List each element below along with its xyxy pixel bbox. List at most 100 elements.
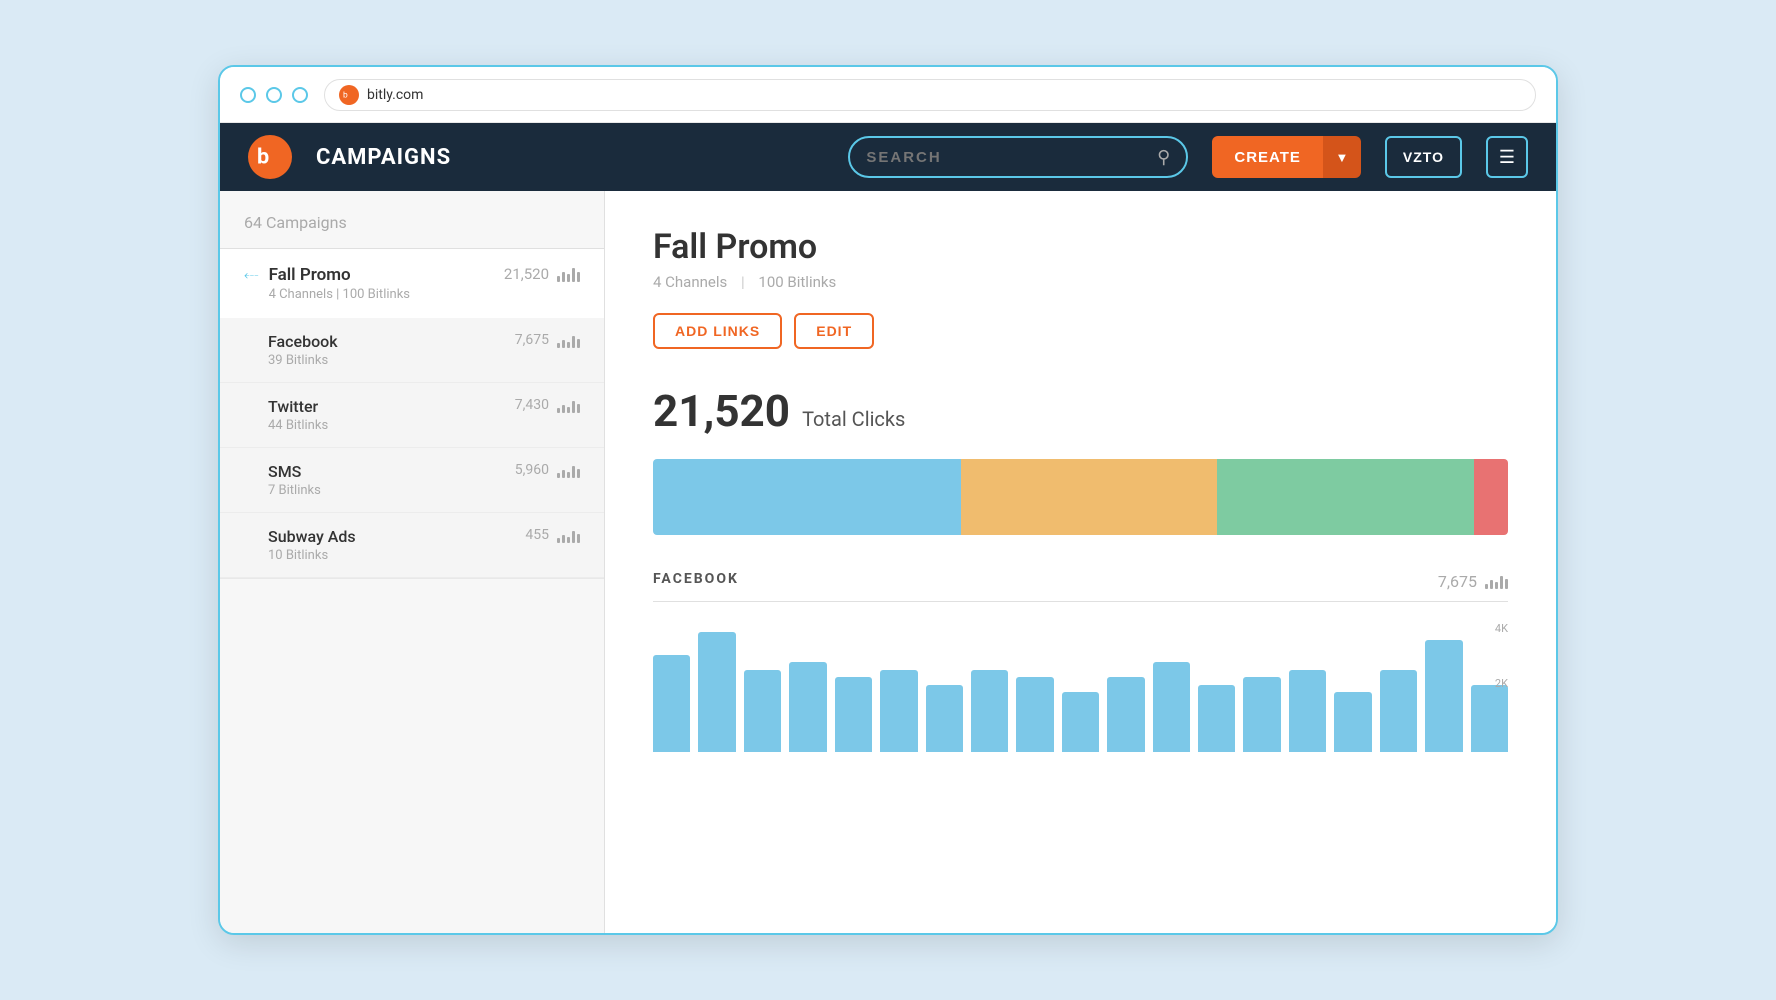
- channel-list: Facebook 39 Bitlinks 7,675: [220, 318, 604, 578]
- chart-bar: [1153, 662, 1190, 752]
- action-buttons: ADD LINKS EDIT: [653, 313, 1508, 349]
- chart-bar: [926, 685, 963, 753]
- channel-stats-facebook: 7,675: [515, 332, 580, 348]
- bitlinks-count-label: 100 Bitlinks: [758, 273, 836, 291]
- channel-item-facebook[interactable]: Facebook 39 Bitlinks 7,675: [220, 318, 604, 383]
- user-button[interactable]: VZTO: [1385, 136, 1462, 178]
- chart-bar: [744, 670, 781, 753]
- chevron-icon: ⤎: [244, 267, 259, 283]
- chart-bar: [971, 670, 1008, 753]
- app-container: b CAMPAIGNS ⚲ CREATE ▼ VZTO ☰: [220, 123, 1556, 933]
- chart-label-2k: 2K: [1495, 677, 1508, 690]
- chart-bar: [1425, 640, 1462, 753]
- chart-bar: [653, 655, 690, 753]
- address-bar[interactable]: b bitly.com: [324, 79, 1536, 111]
- campaign-detail-meta: 4 Channels | 100 Bitlinks: [653, 273, 1508, 291]
- search-bar[interactable]: ⚲: [848, 136, 1188, 178]
- channel-name-facebook: Facebook: [268, 332, 515, 351]
- page-title: CAMPAIGNS: [316, 145, 451, 170]
- chart-bar: [880, 670, 917, 753]
- channel-count-facebook: 7,675: [515, 332, 549, 348]
- channel-name-twitter: Twitter: [268, 397, 515, 416]
- hamburger-icon: ☰: [1499, 147, 1515, 168]
- chart-bar: [789, 662, 826, 752]
- create-button-group: CREATE ▼: [1212, 136, 1361, 178]
- channel-info-twitter: Twitter 44 Bitlinks: [268, 397, 515, 433]
- campaign-name: Fall Promo: [269, 265, 494, 285]
- total-clicks: 21,520 Total Clicks: [653, 385, 1508, 437]
- chart-bar: [698, 632, 735, 752]
- campaign-stats: 21,520: [504, 265, 580, 283]
- svg-text:b: b: [343, 90, 348, 100]
- chart-label-4k: 4K: [1495, 622, 1508, 635]
- main-panel: Fall Promo 4 Channels | 100 Bitlinks ADD…: [605, 191, 1556, 933]
- channel-info-subway: Subway Ads 10 Bitlinks: [268, 527, 525, 563]
- facebook-section-count: 7,675: [1438, 572, 1508, 591]
- chevron-down-icon: ▼: [1335, 150, 1348, 165]
- chart-bar: [1062, 692, 1099, 752]
- channel-item-twitter[interactable]: Twitter 44 Bitlinks 7,430: [220, 383, 604, 448]
- bar-segment-sms: [1217, 459, 1474, 535]
- chart-bar: [1107, 677, 1144, 752]
- channel-count-sms: 5,960: [515, 462, 549, 478]
- chart-bar: [1380, 670, 1417, 753]
- facebook-bar-icon: [1485, 573, 1508, 589]
- browser-dot-2: [266, 87, 282, 103]
- campaign-main-row[interactable]: ⤎ Fall Promo 4 Channels | 100 Bitlinks 2…: [220, 249, 604, 318]
- bar-segment-subway: [1474, 459, 1508, 535]
- bitly-logo: b: [248, 135, 292, 179]
- channel-info-facebook: Facebook 39 Bitlinks: [268, 332, 515, 368]
- stacked-bar-chart: [653, 459, 1508, 535]
- channel-item-sms[interactable]: SMS 7 Bitlinks 5,960: [220, 448, 604, 513]
- create-dropdown-button[interactable]: ▼: [1323, 136, 1361, 178]
- top-nav: b CAMPAIGNS ⚲ CREATE ▼ VZTO ☰: [220, 123, 1556, 191]
- chart-bar: [1198, 685, 1235, 753]
- chart-bar: [1243, 677, 1280, 752]
- chart-bar: [1016, 677, 1053, 752]
- campaign-count: 21,520: [504, 265, 549, 283]
- create-button[interactable]: CREATE: [1212, 136, 1323, 178]
- bar-icon-subway: [557, 527, 580, 543]
- bar-segment-facebook: [653, 459, 961, 535]
- campaign-item: ⤎ Fall Promo 4 Channels | 100 Bitlinks 2…: [220, 249, 604, 579]
- channel-meta-twitter: 44 Bitlinks: [268, 418, 515, 433]
- bar-icon-facebook: [557, 332, 580, 348]
- facebook-section-header: FACEBOOK 7,675: [653, 571, 1508, 602]
- channel-name-subway: Subway Ads: [268, 527, 525, 546]
- chart-bar: [1471, 685, 1508, 753]
- browser-bar: b bitly.com: [220, 67, 1556, 123]
- search-input[interactable]: [866, 149, 1147, 166]
- content-area: 64 Campaigns ⤎ Fall Promo 4 Channels | 1…: [220, 191, 1556, 933]
- search-icon: ⚲: [1157, 147, 1170, 168]
- svg-text:b: b: [257, 145, 269, 170]
- channel-name-sms: SMS: [268, 462, 515, 481]
- channel-count-subway: 455: [525, 527, 549, 543]
- campaign-info: Fall Promo 4 Channels | 100 Bitlinks: [269, 265, 494, 302]
- channel-meta-subway: 10 Bitlinks: [268, 548, 525, 563]
- bar-chart-icon: [557, 266, 580, 282]
- channel-info-sms: SMS 7 Bitlinks: [268, 462, 515, 498]
- chart-bar: [1289, 670, 1326, 753]
- total-clicks-label: Total Clicks: [802, 407, 905, 431]
- facebook-count: 7,675: [1438, 572, 1477, 591]
- bar-segment-twitter: [961, 459, 1218, 535]
- chart-bar: [1334, 692, 1371, 752]
- campaigns-count: 64 Campaigns: [244, 213, 347, 232]
- campaign-meta: 4 Channels | 100 Bitlinks: [269, 287, 494, 302]
- channel-stats-twitter: 7,430: [515, 397, 580, 413]
- channel-item-subway[interactable]: Subway Ads 10 Bitlinks 455: [220, 513, 604, 578]
- browser-dot-1: [240, 87, 256, 103]
- browser-dot-3: [292, 87, 308, 103]
- campaign-detail-title: Fall Promo: [653, 227, 1508, 267]
- edit-button[interactable]: EDIT: [794, 313, 874, 349]
- menu-button[interactable]: ☰: [1486, 136, 1528, 178]
- total-clicks-number: 21,520: [653, 385, 790, 437]
- facebook-bar-chart: 4K 2K: [653, 622, 1508, 752]
- channels-count-label: 4 Channels: [653, 273, 727, 291]
- channel-count-twitter: 7,430: [515, 397, 549, 413]
- sidebar-header: 64 Campaigns: [220, 191, 604, 249]
- channel-stats-sms: 5,960: [515, 462, 580, 478]
- channel-stats-subway: 455: [525, 527, 580, 543]
- add-links-button[interactable]: ADD LINKS: [653, 313, 782, 349]
- chart-bar: [835, 677, 872, 752]
